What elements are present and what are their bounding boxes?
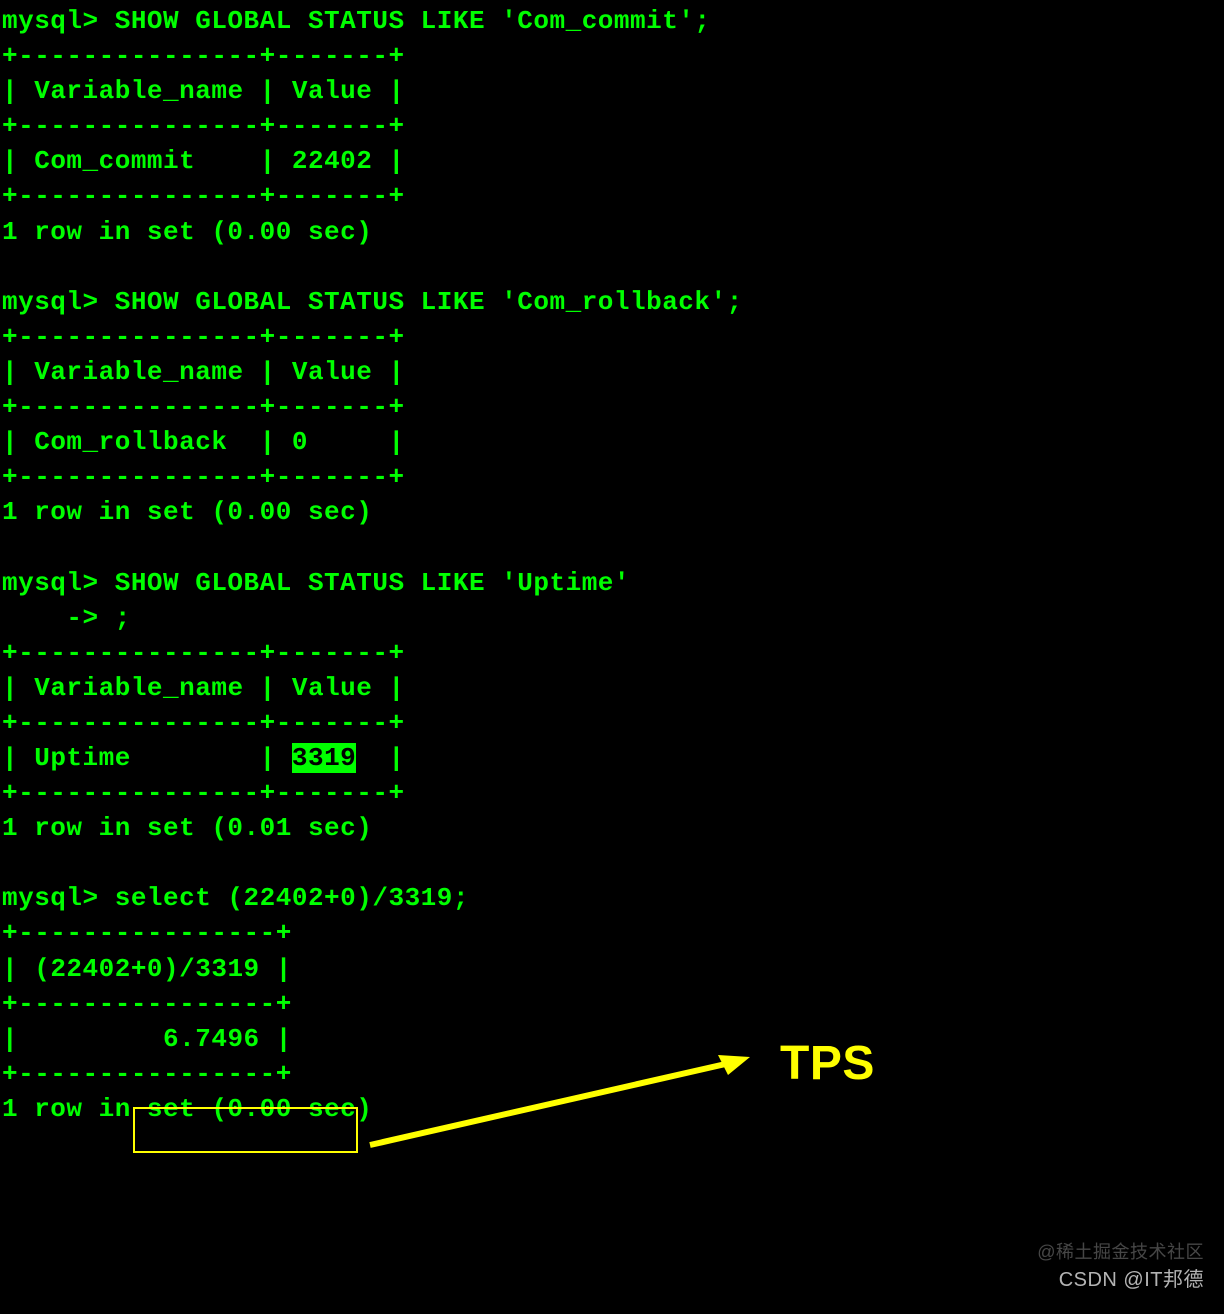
col-header: Variable_name	[34, 357, 243, 387]
sql-query: select (22402+0)/3319;	[115, 883, 469, 913]
cell-value: 6.7496	[34, 1024, 259, 1054]
cell-value: Uptime	[34, 743, 243, 773]
prompt: mysql>	[2, 883, 115, 913]
result-footer: 1 row in set (0.00 sec)	[2, 1094, 372, 1124]
col-header: (22402+0)/3319	[34, 954, 259, 984]
tps-label: TPS	[780, 1032, 875, 1097]
prompt: mysql>	[2, 568, 115, 598]
prompt: mysql>	[2, 6, 115, 36]
col-header: Value	[292, 673, 373, 703]
sql-query: SHOW GLOBAL STATUS LIKE 'Uptime'	[115, 568, 630, 598]
sql-query: SHOW GLOBAL STATUS LIKE 'Com_rollback';	[115, 287, 743, 317]
prompt: mysql>	[2, 287, 115, 317]
col-header: Value	[292, 76, 373, 106]
cell-value: Com_commit	[34, 146, 243, 176]
cell-value-highlighted: 3319	[292, 743, 356, 773]
col-header: Variable_name	[34, 76, 243, 106]
cell-value: 0	[292, 427, 373, 457]
col-header: Value	[292, 357, 373, 387]
cell-value: Com_rollback	[34, 427, 243, 457]
result-footer: 1 row in set (0.00 sec)	[2, 497, 372, 527]
result-footer: 1 row in set (0.00 sec)	[2, 217, 372, 247]
continuation: -> ;	[2, 603, 131, 633]
watermark-juejin: @稀土掘金技术社区	[1037, 1240, 1204, 1264]
sql-query: SHOW GLOBAL STATUS LIKE 'Com_commit';	[115, 6, 711, 36]
result-footer: 1 row in set (0.01 sec)	[2, 813, 372, 843]
watermark-csdn: CSDN @IT邦德	[1059, 1267, 1204, 1294]
col-header: Variable_name	[34, 673, 243, 703]
terminal-output: mysql> SHOW GLOBAL STATUS LIKE 'Com_comm…	[0, 0, 1224, 1127]
cell-value: 22402	[292, 146, 373, 176]
